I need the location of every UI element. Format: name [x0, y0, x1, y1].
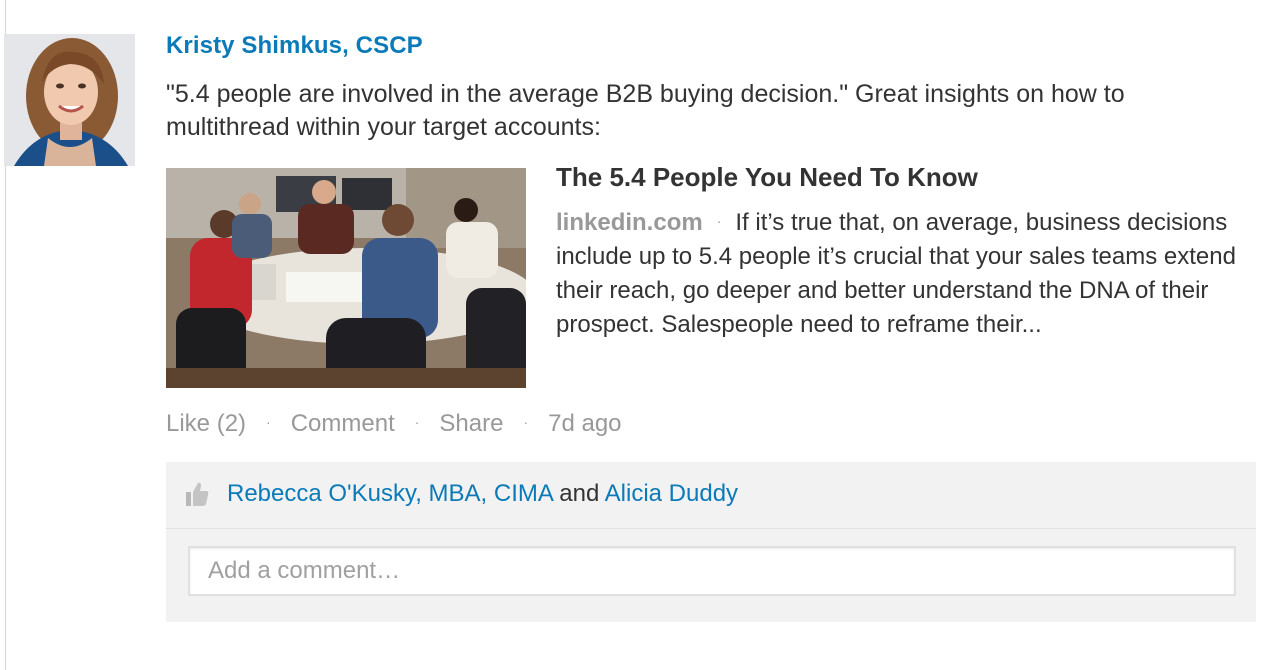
- liker-link[interactable]: Rebecca O'Kusky, MBA, CIMA: [227, 480, 553, 507]
- post-actions: Like (2) · Comment · Share · 7d ago: [166, 410, 622, 438]
- liker-link[interactable]: Alicia Duddy: [605, 480, 738, 507]
- likers-text: Rebecca O'Kusky, MBA, CIMA and Alicia Du…: [227, 480, 738, 508]
- article-title-link[interactable]: The 5.4 People You Need To Know: [556, 162, 978, 193]
- separator-dot: ·: [716, 213, 722, 229]
- comment-button[interactable]: Comment: [291, 410, 395, 437]
- separator-dot: ·: [523, 414, 529, 430]
- author-avatar[interactable]: [4, 34, 135, 166]
- article-image: [166, 168, 526, 388]
- social-panel: Rebecca O'Kusky, MBA, CIMA and Alicia Du…: [166, 462, 1256, 622]
- article-thumbnail[interactable]: [166, 168, 526, 388]
- post-timestamp[interactable]: 7d ago: [548, 410, 621, 437]
- avatar-photo: [4, 34, 135, 166]
- likers-conjunction: and: [559, 480, 600, 507]
- like-button[interactable]: Like (2): [166, 410, 246, 437]
- separator-dot: ·: [266, 414, 271, 430]
- article-description: linkedin.com · If it’s true that, on avera…: [556, 204, 1256, 342]
- thumbs-up-icon: [184, 480, 210, 508]
- post-text: "5.4 people are involved in the average …: [166, 80, 1125, 141]
- author-name-link[interactable]: Kristy Shimkus, CSCP: [166, 32, 423, 60]
- comment-input[interactable]: [188, 546, 1236, 596]
- share-button[interactable]: Share: [439, 410, 503, 437]
- likes-row: Rebecca O'Kusky, MBA, CIMA and Alicia Du…: [166, 462, 1256, 529]
- article-domain[interactable]: linkedin.com: [556, 209, 703, 236]
- separator-dot: ·: [414, 414, 420, 430]
